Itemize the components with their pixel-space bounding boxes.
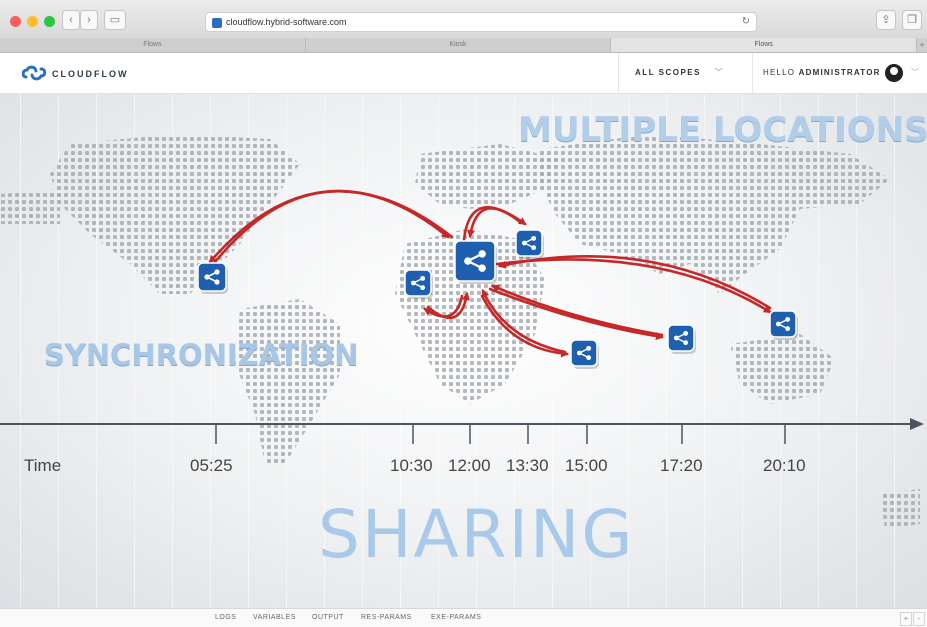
share-icon-dot <box>214 279 220 285</box>
cloudflow-logo-icon <box>22 65 46 81</box>
timeline-time-label: 13:30 <box>506 456 549 475</box>
share-icon-dot <box>586 355 592 361</box>
share-icon-dot <box>683 340 689 346</box>
app-header: CLOUDFLOW ALL SCOPES ﹀ HELLO ADMINISTRAT… <box>0 53 927 94</box>
browser-tab[interactable]: Flows <box>0 38 306 52</box>
bottom-panel-bar: LOGS VARIABLES OUTPUT RES-PARAMS EXE-PAR… <box>0 608 927 627</box>
site-favicon-icon <box>212 17 222 28</box>
browser-titlebar: ‹ › ▭ cloudflow.hybrid-software.com ↻ ⇪ … <box>0 0 927 39</box>
avatar-icon <box>885 64 903 82</box>
share-icon-dot <box>521 240 527 246</box>
expand-panel-button[interactable]: + <box>900 612 912 626</box>
browser-tab[interactable]: Kiosk <box>306 38 612 52</box>
headline-sharing: SHARING <box>318 496 635 573</box>
browser-tab-strip: Flows Kiosk Flows + <box>0 38 927 53</box>
new-tab-button[interactable]: + <box>917 38 927 52</box>
share-icon-dot <box>464 257 472 265</box>
tabs-overview-icon[interactable]: ❐ <box>902 10 922 30</box>
scope-label: ALL SCOPES <box>635 68 701 77</box>
address-bar[interactable]: cloudflow.hybrid-software.com ↻ <box>205 12 757 32</box>
share-icon-dot <box>420 275 426 281</box>
share-icon-dot <box>214 269 220 275</box>
chevron-down-icon: ﹀ <box>911 68 921 77</box>
chevron-down-icon: ﹀ <box>714 68 725 77</box>
australia-shape <box>730 334 835 404</box>
share-node <box>769 310 797 338</box>
tab-variables[interactable]: VARIABLES <box>253 614 296 621</box>
sidebar-toggle-icon[interactable]: ▭ <box>104 10 126 30</box>
greeting-text: HELLO <box>763 68 796 77</box>
timeline-time-label: 12:00 <box>448 456 491 475</box>
share-icon-dot <box>785 326 791 332</box>
tab-output[interactable]: OUTPUT <box>312 614 344 621</box>
europe-shape <box>415 144 560 209</box>
share-node <box>570 339 598 367</box>
tab-logs[interactable]: LOGS <box>215 614 236 621</box>
headline-multiple-locations: MULTIPLE LOCATIONS <box>518 110 927 150</box>
reload-icon[interactable]: ↻ <box>742 13 750 31</box>
share-icon-dot <box>531 245 537 251</box>
asia-shape <box>540 134 890 294</box>
share-icon-dot <box>204 274 210 280</box>
timeline-time-label: 10:30 <box>390 456 433 475</box>
share-node <box>515 229 543 257</box>
back-button[interactable]: ‹ <box>62 10 80 30</box>
scope-selector[interactable]: ALL SCOPES ﹀ <box>618 53 752 93</box>
minimize-window-button[interactable] <box>27 16 38 27</box>
share-icon-dot <box>478 264 486 272</box>
share-node <box>404 269 432 297</box>
close-window-button[interactable] <box>10 16 21 27</box>
sharing-illustration: MULTIPLE LOCATIONS SYNCHRONIZATION SHARI… <box>0 94 927 608</box>
share-icon-dot <box>531 235 537 241</box>
share-icon[interactable]: ⇪ <box>876 10 896 30</box>
tab-res-params[interactable]: RES-PARAMS <box>361 614 412 621</box>
share-icon-dot <box>785 316 791 322</box>
share-icon-dot <box>775 321 781 327</box>
user-name: ADMINISTRATOR <box>798 68 881 77</box>
timeline-time-label: 20:10 <box>763 456 806 475</box>
timeline-axis-label: Time <box>24 456 62 475</box>
hub-share-node <box>454 240 496 282</box>
tab-exe-params[interactable]: EXE-PARAMS <box>431 614 481 621</box>
timeline-time-label: 15:00 <box>565 456 608 475</box>
share-icon-dot <box>586 345 592 351</box>
user-menu[interactable]: HELLO ADMINISTRATOR ﹀ <box>752 53 927 93</box>
zoom-window-button[interactable] <box>44 16 55 27</box>
forward-button[interactable]: › <box>80 10 98 30</box>
share-icon-dot <box>410 280 416 286</box>
share-node <box>667 324 695 352</box>
background-stripe <box>20 94 21 608</box>
share-icon-dot <box>673 335 679 341</box>
share-icon-dot <box>683 330 689 336</box>
share-icon-dot <box>420 285 426 291</box>
url-text: cloudflow.hybrid-software.com <box>226 17 347 27</box>
background-stripe <box>894 94 895 608</box>
share-icon-dot <box>576 350 582 356</box>
timeline-time-label: 05:25 <box>190 456 233 475</box>
timeline-time-label: 17:20 <box>660 456 703 475</box>
share-icon-dot <box>478 250 486 258</box>
share-node <box>197 262 227 292</box>
headline-synchronization: SYNCHRONIZATION <box>44 338 359 372</box>
pacific-islands-shape <box>880 489 920 529</box>
collapse-panel-button[interactable]: - <box>913 612 925 626</box>
browser-tab-active[interactable]: Flows <box>611 38 918 52</box>
brand-name: CLOUDFLOW <box>52 69 129 79</box>
pacific-islands-shape <box>0 189 60 224</box>
